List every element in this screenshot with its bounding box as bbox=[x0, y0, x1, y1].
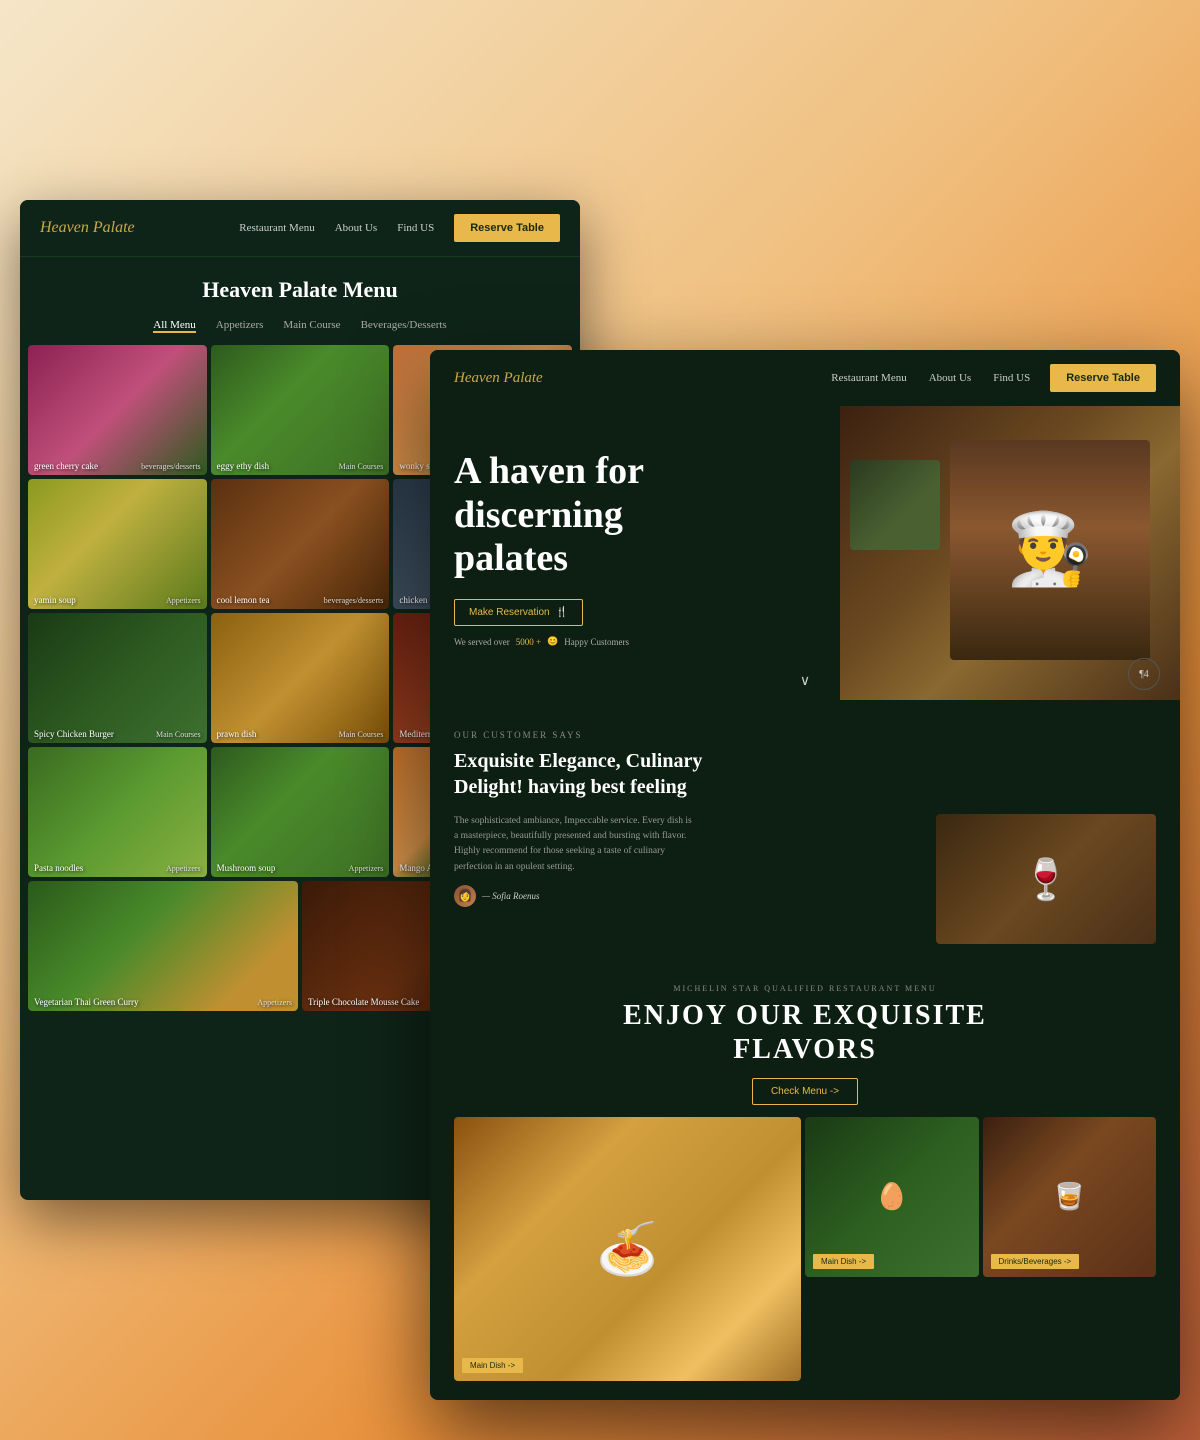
tab-all-menu[interactable]: All Menu bbox=[153, 319, 195, 333]
testimonial-author: 👩 — Sofia Roenus bbox=[454, 885, 920, 907]
scroll-down-icon[interactable]: ∨ bbox=[800, 673, 810, 690]
food-category: Main Courses bbox=[156, 730, 201, 739]
food-name: Pasta noodles bbox=[34, 863, 83, 873]
served-count: 5000 + bbox=[516, 637, 541, 647]
hero-interior-photo bbox=[850, 460, 940, 550]
side-dish-1-btn[interactable]: Main Dish -> bbox=[813, 1254, 874, 1269]
testimonial-text-block: The sophisticated ambiance, Impeccable s… bbox=[454, 814, 920, 944]
menu-item[interactable]: Vegetarian Thai Green Curry Appetizers bbox=[28, 881, 298, 1011]
food-category: Appetizers bbox=[166, 864, 201, 873]
food-showcase: 🍝 Main Dish -> 🥚 Main Dish -> 🥃 Drinks/B… bbox=[454, 1117, 1156, 1381]
food-category: Main Courses bbox=[339, 730, 384, 739]
testimonial-photo-icon: 🍷 bbox=[1021, 856, 1071, 903]
main-dish-large: 🍝 Main Dish -> bbox=[454, 1117, 801, 1381]
menu-page-title: Heaven Palate Menu bbox=[20, 257, 580, 313]
check-menu-button[interactable]: Check Menu -> bbox=[752, 1078, 858, 1105]
menu-nav-restaurant[interactable]: Restaurant Menu bbox=[239, 222, 314, 234]
michelin-label: MICHELIN STAR QUALIFIED RESTAURANT MENU bbox=[454, 984, 1156, 993]
tab-main-course[interactable]: Main Course bbox=[283, 319, 340, 333]
landing-window: Heaven Palate Restaurant Menu About Us F… bbox=[430, 350, 1180, 1400]
tab-appetizers[interactable]: Appetizers bbox=[216, 319, 264, 333]
testimonial-photo: 🍷 bbox=[936, 814, 1156, 944]
food-name: Triple Chocolate Mousse Cake bbox=[308, 997, 419, 1007]
food-category: Main Courses bbox=[339, 462, 384, 471]
menu-logo: Heaven Palate bbox=[40, 219, 135, 237]
menu-tabs: All Menu Appetizers Main Course Beverage… bbox=[20, 313, 580, 345]
smiley-icon: 😊 bbox=[547, 636, 558, 647]
menu-nav-find[interactable]: Find US bbox=[397, 222, 434, 234]
drinks-btn[interactable]: Drinks/Beverages -> bbox=[991, 1254, 1080, 1269]
testimonial-section: OUR CUSTOMER SAYS Exquisite Elegance, Cu… bbox=[430, 700, 1180, 964]
promo-title-line1: ENJOY OUR EXQUISITE bbox=[623, 1000, 987, 1031]
make-reservation-button[interactable]: Make Reservation 🍴 bbox=[454, 599, 583, 626]
landing-nav-find[interactable]: Find US bbox=[993, 372, 1030, 384]
side-dish-2: 🥃 Drinks/Beverages -> bbox=[983, 1117, 1157, 1277]
hero-headline-line2: discerning bbox=[454, 494, 623, 536]
menu-item[interactable]: Pasta noodles Appetizers bbox=[28, 747, 207, 877]
main-dish-btn[interactable]: Main Dish -> bbox=[462, 1358, 523, 1373]
food-category: Appetizers bbox=[166, 596, 201, 605]
food-category: beverages/desserts bbox=[324, 596, 384, 605]
landing-nav: Heaven Palate Restaurant Menu About Us F… bbox=[430, 350, 1180, 406]
hero-headline-line1: A haven for bbox=[454, 450, 644, 492]
testimonial-title: Exquisite Elegance, Culinary Delight! ha… bbox=[454, 748, 734, 800]
food-name: yamin soup bbox=[34, 595, 76, 605]
food-name: Vegetarian Thai Green Curry bbox=[34, 997, 139, 1007]
food-name: eggy ethy dish bbox=[217, 461, 270, 471]
reservation-btn-label: Make Reservation bbox=[469, 607, 550, 618]
menu-reserve-button[interactable]: Reserve Table bbox=[454, 214, 560, 242]
menu-item[interactable]: cool lemon tea beverages/desserts bbox=[211, 479, 390, 609]
menu-item[interactable]: green cherry cake beverages/desserts bbox=[28, 345, 207, 475]
tab-beverages[interactable]: Beverages/Desserts bbox=[361, 319, 447, 333]
hero-headline: A haven for discerning palates bbox=[454, 450, 774, 581]
page-number-badge[interactable]: ¶4 bbox=[1128, 658, 1160, 690]
menu-nav: Heaven Palate Restaurant Menu About Us F… bbox=[20, 200, 580, 257]
food-name: Mushroom soup bbox=[217, 863, 276, 873]
food-name: Spicy Chicken Burger bbox=[34, 729, 114, 739]
menu-nav-about[interactable]: About Us bbox=[335, 222, 377, 234]
landing-nav-links: Restaurant Menu About Us Find US bbox=[831, 372, 1030, 384]
served-label: We served over bbox=[454, 637, 510, 647]
food-name: prawn dish bbox=[217, 729, 257, 739]
hero-chef-photo: 👨‍🍳 bbox=[950, 440, 1150, 660]
author-name: — Sofia Roenus bbox=[482, 891, 540, 901]
landing-logo: Heaven Palate bbox=[454, 370, 543, 387]
testimonial-body: The sophisticated ambiance, Impeccable s… bbox=[454, 814, 694, 875]
happy-customers-text: Happy Customers bbox=[564, 637, 629, 647]
landing-nav-about[interactable]: About Us bbox=[929, 372, 971, 384]
food-name: green cherry cake bbox=[34, 461, 98, 471]
food-category: beverages/desserts bbox=[141, 462, 201, 471]
hero-headline-line3: palates bbox=[454, 537, 568, 579]
reservation-icon: 🍴 bbox=[556, 607, 568, 618]
food-category: Appetizers bbox=[349, 864, 384, 873]
side-dish-1: 🥚 Main Dish -> bbox=[805, 1117, 979, 1277]
menu-item[interactable]: eggy ethy dish Main Courses bbox=[211, 345, 390, 475]
testimonial-label: OUR CUSTOMER SAYS bbox=[454, 730, 1156, 740]
menu-item[interactable]: yamin soup Appetizers bbox=[28, 479, 207, 609]
menu-item[interactable]: Spicy Chicken Burger Main Courses bbox=[28, 613, 207, 743]
hero-section: 👨‍🍳 A haven for discerning palates Make … bbox=[430, 400, 1180, 700]
food-name: cool lemon tea bbox=[217, 595, 270, 605]
menu-nav-links: Restaurant Menu About Us Find US bbox=[239, 222, 434, 234]
served-stats: We served over 5000 + 😊 Happy Customers bbox=[454, 636, 774, 647]
promo-title-line2: FLAVORS bbox=[733, 1034, 877, 1065]
landing-reserve-button[interactable]: Reserve Table bbox=[1050, 364, 1156, 392]
food-category: Appetizers bbox=[257, 998, 292, 1007]
testimonial-layout: The sophisticated ambiance, Impeccable s… bbox=[454, 814, 1156, 944]
promo-title: ENJOY OUR EXQUISITE FLAVORS bbox=[454, 999, 1156, 1066]
landing-nav-restaurant[interactable]: Restaurant Menu bbox=[831, 372, 906, 384]
author-avatar: 👩 bbox=[454, 885, 476, 907]
menu-promo-section: MICHELIN STAR QUALIFIED RESTAURANT MENU … bbox=[430, 964, 1180, 1400]
menu-item[interactable]: Mushroom soup Appetizers bbox=[211, 747, 390, 877]
menu-item[interactable]: prawn dish Main Courses bbox=[211, 613, 390, 743]
hero-content: A haven for discerning palates Make Rese… bbox=[454, 450, 774, 647]
